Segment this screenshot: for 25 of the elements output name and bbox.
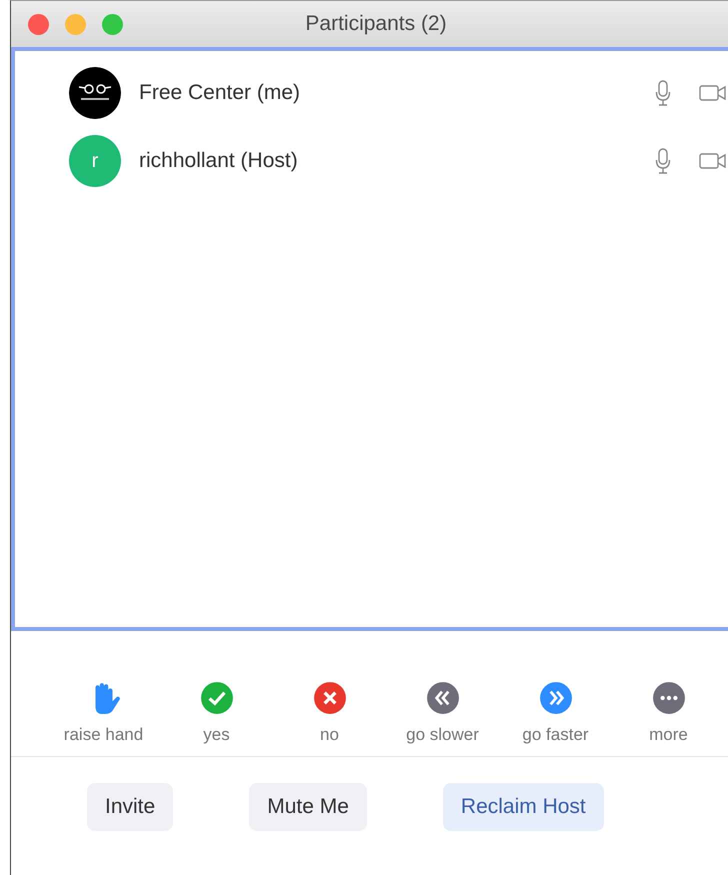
avatar-icon <box>69 67 121 119</box>
participant-name: Free Center (me) <box>139 81 302 105</box>
reaction-button[interactable]: no <box>273 681 386 756</box>
zoom-button[interactable] <box>102 14 123 34</box>
reaction-button[interactable]: yes <box>160 681 273 756</box>
participant-name: richhollant (Host) <box>139 149 299 173</box>
avatar: r <box>69 135 121 187</box>
close-button[interactable] <box>28 14 49 34</box>
window-title: Participants (2) <box>304 12 448 36</box>
video-camera-icon[interactable] <box>699 84 727 102</box>
cross-icon <box>312 681 346 715</box>
checkmark-icon <box>200 681 234 715</box>
action-button[interactable]: Reclaim Host <box>442 783 604 831</box>
action-button[interactable]: Invite <box>87 783 174 831</box>
reaction-button[interactable]: more <box>612 681 725 756</box>
microphone-icon[interactable] <box>655 80 671 106</box>
video-camera-icon[interactable] <box>699 152 727 170</box>
more-icon <box>652 681 686 715</box>
reaction-button[interactable]: go faster <box>499 681 612 756</box>
microphone-icon[interactable] <box>655 148 671 174</box>
double-right-chevron-icon <box>538 681 572 715</box>
reaction-button[interactable]: raise hand <box>47 681 160 756</box>
action-button[interactable]: Mute Me <box>249 783 367 831</box>
double-left-chevron-icon <box>426 681 460 715</box>
reaction-button[interactable]: go slower <box>386 681 499 756</box>
